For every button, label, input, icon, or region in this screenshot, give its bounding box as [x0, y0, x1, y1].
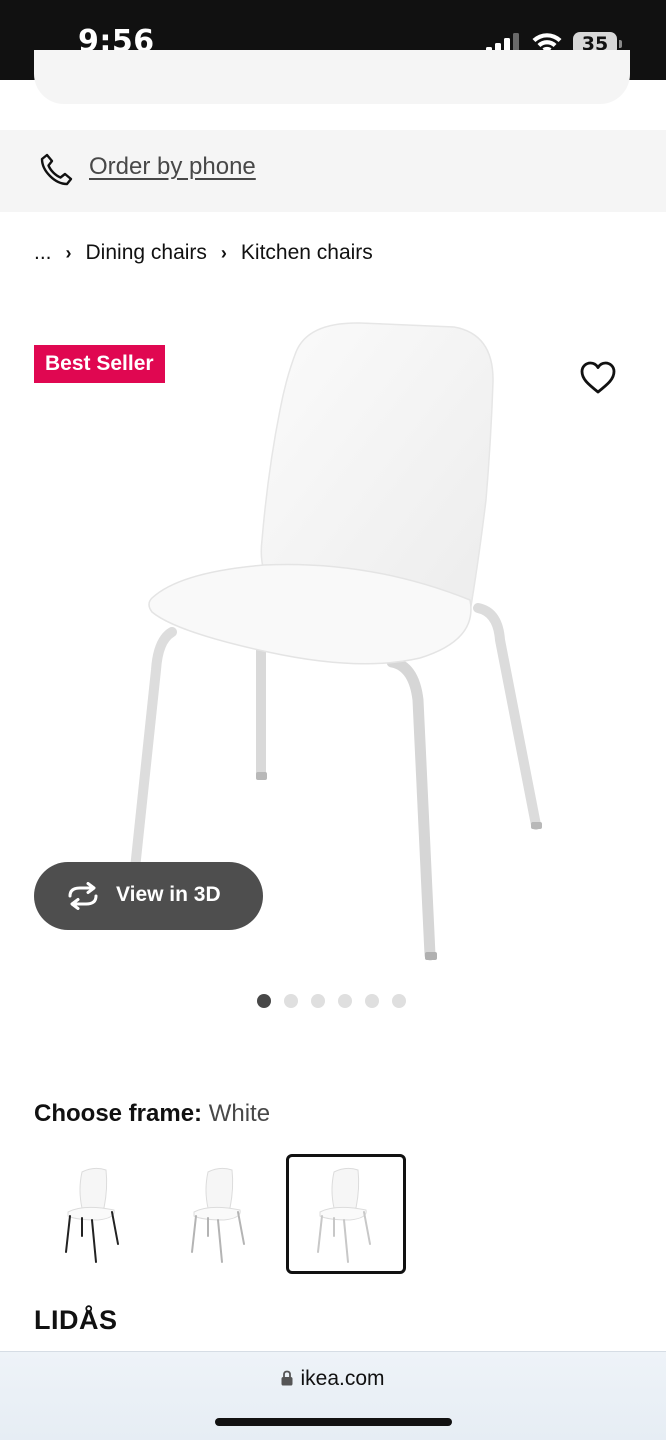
image-carousel-dots	[257, 994, 406, 1008]
chevron-right-icon: ›	[65, 242, 72, 263]
best-seller-badge: Best Seller	[34, 345, 165, 383]
url-text: ikea.com	[300, 1367, 385, 1390]
url-display[interactable]: ikea.com	[0, 1367, 666, 1391]
breadcrumb: ... › Dining chairs › Kitchen chairs	[34, 238, 373, 268]
home-indicator	[215, 1418, 452, 1426]
choose-frame-heading: Choose frame: White	[34, 1100, 270, 1128]
choose-frame-value: White	[208, 1100, 271, 1127]
frame-swatch-silver[interactable]	[160, 1154, 280, 1274]
frame-swatch-black[interactable]	[34, 1154, 154, 1274]
chair-thumbnail	[65, 1167, 119, 1263]
rotate-3d-icon	[68, 882, 98, 910]
carousel-dot[interactable]	[257, 994, 271, 1008]
carousel-dot[interactable]	[365, 994, 379, 1008]
search-bar-remnant[interactable]	[34, 50, 630, 104]
order-by-phone-link[interactable]: Order by phone	[89, 153, 256, 181]
breadcrumb-kitchen-chairs[interactable]: Kitchen chairs	[241, 241, 373, 265]
carousel-dot[interactable]	[338, 994, 352, 1008]
chair-thumbnail	[191, 1167, 245, 1263]
breadcrumb-ellipsis[interactable]: ...	[34, 241, 52, 265]
chair-thumbnail	[317, 1167, 371, 1263]
frame-swatches	[34, 1154, 414, 1274]
view-in-3d-label: View in 3D	[116, 883, 221, 906]
view-in-3d-button[interactable]: View in 3D	[34, 862, 263, 930]
phone-icon	[40, 153, 73, 186]
order-by-phone-bar[interactable]: Order by phone	[0, 130, 666, 212]
choose-frame-label: Choose frame:	[34, 1100, 203, 1127]
chevron-right-icon: ›	[220, 242, 227, 263]
heart-icon[interactable]	[578, 358, 618, 398]
breadcrumb-dining-chairs[interactable]: Dining chairs	[86, 241, 207, 265]
carousel-dot[interactable]	[311, 994, 325, 1008]
product-name: LIDÅS	[34, 1305, 118, 1335]
carousel-dot[interactable]	[392, 994, 406, 1008]
browser-address-bar[interactable]: ikea.com	[0, 1351, 666, 1440]
carousel-dot[interactable]	[284, 994, 298, 1008]
lock-icon	[281, 1370, 293, 1386]
frame-swatch-white[interactable]	[286, 1154, 406, 1274]
